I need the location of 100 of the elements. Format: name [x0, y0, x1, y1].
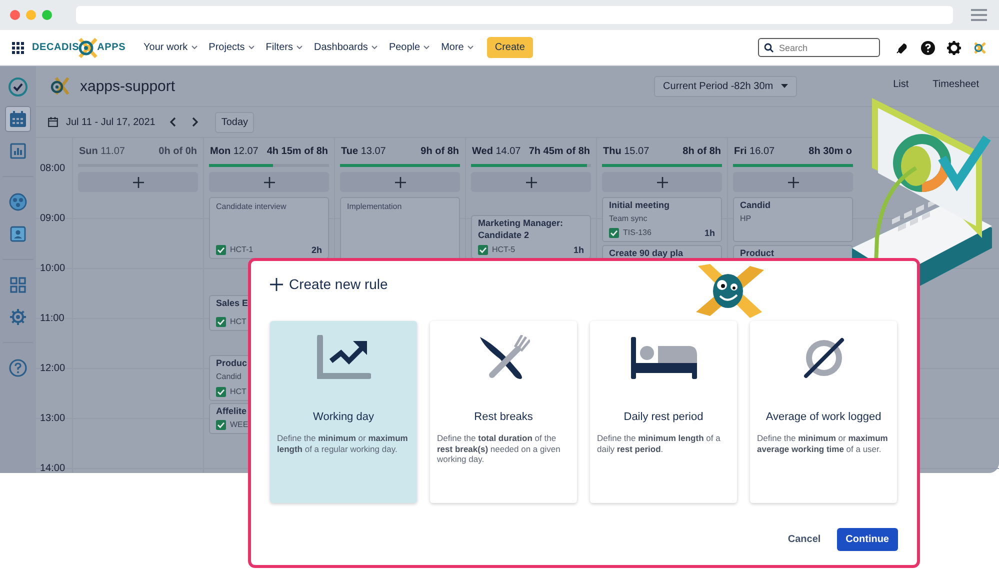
- nav-menu-item[interactable]: People: [388, 42, 430, 53]
- issue-key: TIS-136: [623, 228, 652, 238]
- issue-key: HCT: [230, 317, 246, 327]
- event-card[interactable]: Candidate interview HCT-1 2h: [209, 197, 329, 259]
- settings-icon[interactable]: [947, 40, 961, 54]
- app-logo-icon[interactable]: [973, 40, 987, 54]
- day-label: Mon 12.07: [210, 146, 258, 156]
- hour-label: 14:00: [40, 464, 66, 473]
- nav-menu-item[interactable]: Filters: [266, 42, 304, 53]
- event-title: Produc: [216, 358, 248, 370]
- day-total: 4h 15m of 8h: [266, 146, 328, 156]
- plus-icon: [788, 176, 798, 188]
- date-range-text: Jul 11 - Jul 17, 2021: [66, 116, 156, 128]
- logo-text: APPS: [97, 42, 126, 53]
- option-title: Daily rest period: [624, 411, 704, 423]
- issue-key: HCT-5: [492, 245, 516, 255]
- menu-icon[interactable]: [971, 9, 987, 21]
- project-title: xapps-support: [80, 78, 176, 94]
- event-title: Product: [740, 248, 776, 259]
- caret-icon: [781, 84, 788, 88]
- logo-text: DECADIS: [32, 42, 80, 53]
- caret-icon: [296, 45, 304, 50]
- project-logo-icon: [50, 77, 70, 95]
- rule-option-card[interactable]: Rest breaks Define the total duration of the rest break(s) needed on a given working day.: [430, 321, 577, 503]
- close-window-icon[interactable]: [10, 10, 20, 20]
- event-title: Marketing Manager: Candidate 2: [478, 218, 564, 242]
- event-card[interactable]: Initial meeting Team sync TIS-136 1h: [602, 197, 722, 242]
- continue-button[interactable]: Continue: [836, 528, 898, 551]
- calendar-icon: [48, 117, 58, 127]
- event-subtitle: Candid: [216, 372, 242, 381]
- event-title: Candid: [740, 200, 772, 212]
- option-description: Define the minimum length of a daily rest period.: [597, 433, 722, 454]
- rule-option-card[interactable]: Average of work logged Define the minimum or maximum average working time of a user.: [750, 321, 897, 503]
- search-field[interactable]: Search: [758, 38, 880, 57]
- event-title: Create 90 day pla: [609, 248, 684, 259]
- plus-icon: [656, 176, 668, 188]
- plus-icon: [132, 176, 144, 188]
- day-label: Sun 11.07: [79, 146, 125, 156]
- bed-icon: [630, 335, 696, 381]
- day-label: Thu 15.07: [603, 146, 650, 156]
- maximize-window-icon[interactable]: [42, 10, 52, 20]
- option-title: Rest breaks: [474, 411, 533, 423]
- rule-option-card[interactable]: Daily rest period Define the minimum length of a daily rest period.: [590, 321, 737, 503]
- cancel-button[interactable]: Cancel: [786, 530, 823, 549]
- event-title: Initial meeting: [609, 200, 671, 212]
- event-duration: 1h: [573, 245, 584, 255]
- option-description: Define the total duration of the rest break(s) needed on a given working day.: [437, 433, 562, 465]
- nav-menu-item[interactable]: More: [441, 42, 474, 53]
- hour-label: 11:00: [40, 314, 64, 326]
- event-card[interactable]: Marketing Manager: Candidate 2 HCT-5 1h: [471, 215, 591, 259]
- event-subtitle: HP: [740, 214, 752, 223]
- event-duration: 2h: [311, 245, 322, 255]
- knife-and-fork-icon: [478, 335, 530, 381]
- help-icon[interactable]: [921, 40, 935, 54]
- issue-key: HCT: [230, 387, 246, 397]
- caret-icon: [248, 45, 255, 50]
- option-description: Define the minimum or maximum length of a regular working day.: [277, 433, 409, 454]
- event-title: Candidate interview: [216, 201, 288, 212]
- option-title: Average of work logged: [766, 411, 882, 423]
- rule-option-card[interactable]: Working day Define the minimum or maximum length of a regular working day.: [270, 321, 417, 503]
- day-total: 7h 45m of 8h: [528, 146, 590, 156]
- day-total: 8h 30m o: [808, 146, 852, 156]
- issue-key: WEE: [230, 420, 248, 430]
- view-tab[interactable]: Timesheet: [932, 78, 979, 94]
- plus-icon: [526, 176, 536, 188]
- empty-set-icon: [802, 335, 846, 381]
- rising-chart-icon: [316, 335, 370, 381]
- previous-week-icon[interactable]: [169, 117, 176, 127]
- search-icon: [764, 42, 774, 52]
- option-title: Working day: [313, 411, 374, 423]
- event-title: Implementation: [347, 201, 403, 212]
- nav-menu-item[interactable]: Your work: [144, 42, 198, 53]
- view-tab[interactable]: List: [893, 78, 909, 94]
- sidebar-item[interactable]: [5, 106, 31, 132]
- plus-icon: [264, 176, 274, 188]
- hour-label: 12:00: [40, 364, 66, 376]
- create-button[interactable]: Create: [486, 37, 533, 58]
- app-switcher-icon[interactable]: [12, 42, 24, 54]
- day-label: Fri 16.07: [734, 146, 775, 156]
- event-duration: 1h: [704, 228, 715, 238]
- nav-menu-item[interactable]: Dashboards: [314, 42, 378, 53]
- day-label: Tue 13.07: [341, 146, 386, 156]
- caret-icon: [466, 45, 474, 50]
- notification-bell-icon[interactable]: [896, 41, 909, 54]
- hour-label: 10:00: [40, 264, 66, 276]
- event-card[interactable]: Candid HP: [733, 197, 853, 242]
- caret-icon: [423, 45, 430, 50]
- day-total: 0h of 0h: [158, 146, 197, 156]
- minimize-window-icon[interactable]: [26, 10, 36, 20]
- next-week-icon[interactable]: [192, 117, 200, 127]
- plus-icon: [394, 176, 406, 188]
- period-dropdown[interactable]: Current Period -82h 30m: [654, 76, 798, 96]
- nav-menu-item[interactable]: Projects: [208, 42, 255, 53]
- day-total: 8h of 8h: [682, 146, 721, 156]
- event-title: Sales E: [216, 298, 250, 310]
- day-total: 9h of 8h: [420, 146, 459, 156]
- option-description: Define the minimum or maximum average working time of a user.: [757, 433, 889, 454]
- plus-icon: [270, 278, 283, 290]
- today-button[interactable]: Today: [215, 112, 254, 132]
- hour-label: 13:00: [40, 414, 66, 426]
